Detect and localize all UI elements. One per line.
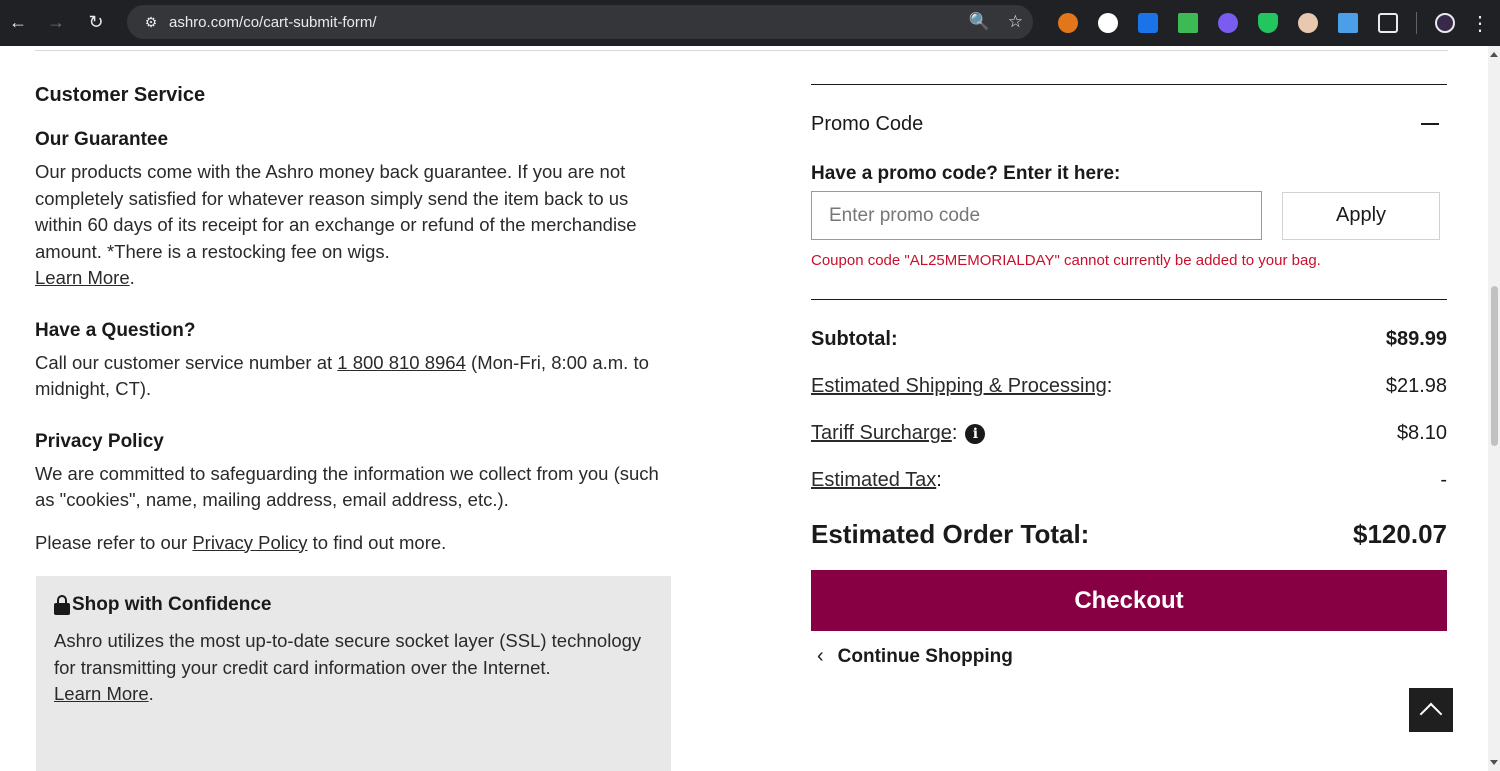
privacy-policy-link[interactable]: Privacy Policy <box>192 532 307 553</box>
extension-shield-icon[interactable] <box>1248 0 1288 46</box>
page-scrollbar[interactable] <box>1488 46 1500 771</box>
privacy-refer-before: Please refer to our <box>35 531 193 553</box>
continue-shopping-label: Continue Shopping <box>837 645 1013 667</box>
confidence-paragraph: Ashro utilizes the most up-to-date secur… <box>54 630 642 678</box>
tariff-link[interactable]: Tariff Surcharge <box>811 422 952 444</box>
tax-value: - <box>1440 469 1447 491</box>
toolbar-divider <box>1416 12 1417 34</box>
apply-button[interactable]: Apply <box>1282 191 1440 240</box>
guarantee-text: Our products come with the Ashro money b… <box>35 159 671 292</box>
shipping-link[interactable]: Estimated Shipping & Processing <box>811 375 1107 397</box>
chevron-up-icon <box>1419 702 1443 726</box>
tariff-value: $8.10 <box>1396 422 1447 444</box>
customer-service-section: Customer Service Our Guarantee Our produ… <box>35 84 671 556</box>
guarantee-learn-more-link[interactable]: Learn More <box>35 267 130 288</box>
shipping-label: Estimated Shipping & Processing: <box>811 375 1112 398</box>
reload-icon[interactable]: ↻ <box>78 4 114 40</box>
confidence-link-suffix: . <box>148 683 154 704</box>
confidence-title-text: Shop with Confidence <box>72 594 272 615</box>
tariff-row: Tariff Surcharge: i $8.10 <box>811 410 1447 457</box>
extension-folder-icon[interactable] <box>1328 0 1368 46</box>
extension-green-chart-icon[interactable] <box>1168 0 1208 46</box>
order-summary-section: Promo Code Have a promo code? Enter it h… <box>811 84 1447 668</box>
back-icon[interactable]: ← <box>0 4 36 40</box>
privacy-refer: Please refer to our Privacy Policy to fi… <box>35 530 671 557</box>
promo-code-label: Promo Code <box>811 112 924 135</box>
order-total-label: Estimated Order Total: <box>811 518 1090 549</box>
browser-toolbar: ← → ↻ ⚙ ashro.com/co/cart-submit-form/ 🔍… <box>0 0 1500 46</box>
checkout-button[interactable]: Checkout <box>811 570 1447 631</box>
continue-shopping-link[interactable]: ‹ Continue Shopping <box>811 645 1447 668</box>
info-icon[interactable]: i <box>965 423 986 444</box>
privacy-heading: Privacy Policy <box>35 430 164 452</box>
browser-menu-icon[interactable]: ⋮ <box>1465 11 1495 36</box>
tariff-label: Tariff Surcharge: i <box>811 422 986 445</box>
forward-icon[interactable]: → <box>38 4 74 40</box>
extension-fox-icon[interactable] <box>1048 0 1088 46</box>
chevron-left-icon: ‹ <box>817 645 824 667</box>
order-total-row: Estimated Order Total: $120.07 <box>811 506 1447 562</box>
question-heading: Have a Question? <box>35 319 196 341</box>
question-text-before: Call our customer service number at <box>35 351 338 373</box>
section-title: Customer Service <box>35 84 206 106</box>
extension-purple-icon[interactable] <box>1208 0 1248 46</box>
scroll-down-icon[interactable] <box>1490 760 1498 765</box>
subtotal-row: Subtotal: $89.99 <box>811 316 1447 363</box>
collapse-minus-icon[interactable] <box>1421 123 1439 125</box>
shop-with-confidence-box: Shop with Confidence Ashro utilizes the … <box>36 576 671 771</box>
privacy-text: We are committed to safeguarding the inf… <box>35 462 659 511</box>
promo-code-header[interactable]: Promo Code <box>811 85 1447 163</box>
confidence-title: Shop with Confidence <box>54 594 653 616</box>
privacy-block: Privacy Policy We are committed to safeg… <box>35 431 671 514</box>
promo-row: Apply <box>811 191 1447 240</box>
tax-link[interactable]: Estimated Tax <box>811 469 936 491</box>
site-info-icon[interactable]: ⚙ <box>135 14 167 31</box>
bookmark-star-icon[interactable]: ☆ <box>1008 12 1023 32</box>
guarantee-link-suffix: . <box>129 267 135 288</box>
address-bar[interactable]: ⚙ ashro.com/co/cart-submit-form/ 🔍 ☆ <box>127 5 1033 39</box>
subtotal-value: $89.99 <box>1385 328 1447 350</box>
zoom-icon[interactable]: 🔍 <box>969 12 990 32</box>
scroll-up-icon[interactable] <box>1490 52 1498 57</box>
tariff-colon: : <box>951 422 958 444</box>
confidence-learn-more-link[interactable]: Learn More <box>54 683 149 704</box>
order-total-value: $120.07 <box>1353 518 1447 549</box>
shipping-colon: : <box>1106 375 1113 397</box>
extension-face-icon[interactable] <box>1088 0 1128 46</box>
scroll-thumb[interactable] <box>1491 286 1498 446</box>
back-to-top-button[interactable] <box>1409 688 1453 732</box>
shipping-value: $21.98 <box>1385 375 1447 397</box>
shipping-row: Estimated Shipping & Processing: $21.98 <box>811 363 1447 410</box>
promo-code-input[interactable] <box>811 191 1262 240</box>
guarantee-paragraph: Our products come with the Ashro money b… <box>35 161 637 262</box>
divider <box>35 50 1448 51</box>
phone-link[interactable]: 1 800 810 8964 <box>337 352 466 373</box>
extension-beige-icon[interactable] <box>1288 0 1328 46</box>
extensions-bar: ⋮ <box>1048 0 1495 46</box>
tax-label: Estimated Tax: <box>811 469 942 492</box>
confidence-text: Ashro utilizes the most up-to-date secur… <box>54 628 653 708</box>
tax-colon: : <box>936 469 942 491</box>
question-text: Call our customer service number at 1 80… <box>35 350 671 403</box>
extensions-puzzle-icon[interactable] <box>1368 0 1408 46</box>
question-block: Have a Question? Call our customer servi… <box>35 320 671 403</box>
extension-blue-square-icon[interactable] <box>1128 0 1168 46</box>
guarantee-heading: Our Guarantee <box>35 129 169 150</box>
guarantee-block: Our Guarantee Our products come with the… <box>35 129 671 292</box>
subtotal-label: Subtotal: <box>811 328 898 350</box>
lock-icon <box>54 595 70 615</box>
cart-page: Customer Service Our Guarantee Our produ… <box>0 46 1488 771</box>
tax-row: Estimated Tax: - <box>811 457 1447 504</box>
promo-error-message: Coupon code "AL25MEMORIALDAY" cannot cur… <box>811 252 1321 269</box>
url-text[interactable]: ashro.com/co/cart-submit-form/ <box>169 14 377 31</box>
profile-avatar[interactable] <box>1425 0 1465 46</box>
promo-prompt: Have a promo code? Enter it here: <box>811 163 1121 184</box>
privacy-refer-after: to find out more. <box>307 531 447 553</box>
